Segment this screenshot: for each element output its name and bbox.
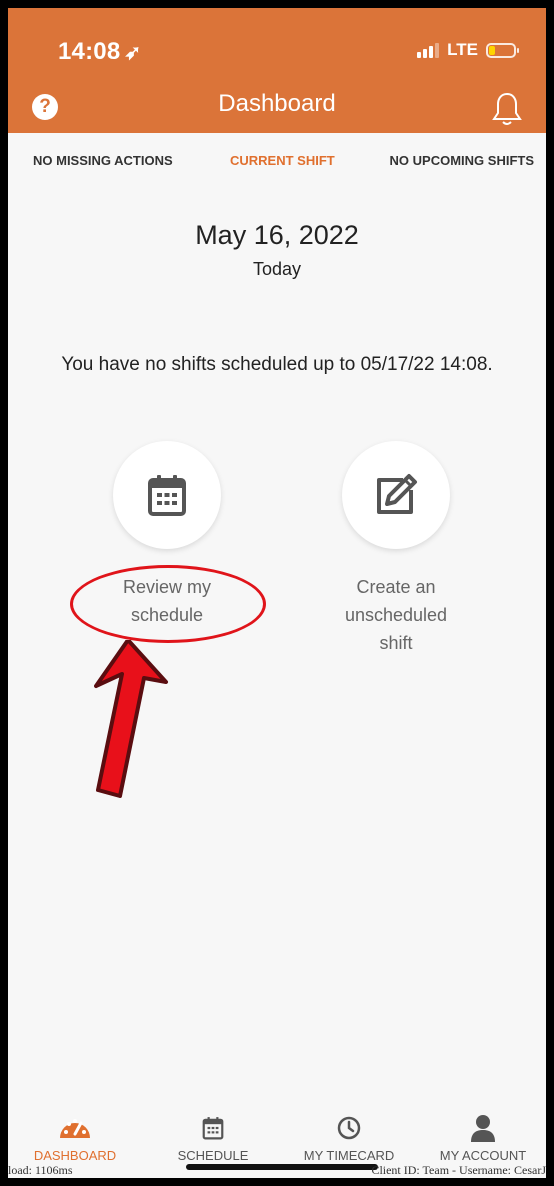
create-unscheduled-shift-button[interactable]: Create an unscheduled shift [316, 441, 476, 657]
status-indicators: LTE [417, 40, 519, 60]
today-label: Today [252, 259, 302, 279]
speedometer-icon [60, 1119, 90, 1138]
nav-schedule-label: SCHEDULE [177, 1148, 249, 1163]
status-time-text: 14:08 [58, 38, 121, 65]
create-label-line1: Create an [356, 577, 436, 597]
highlight-ellipse-annotation [70, 565, 266, 643]
red-arrow-annotation [94, 640, 168, 798]
load-time-text: load: 1106ms [8, 1163, 73, 1177]
signal-icon [417, 42, 440, 58]
client-id-text: Client ID: Team - Username: CesarJ [371, 1163, 546, 1177]
calendar-icon [202, 1117, 224, 1140]
edit-icon [377, 474, 417, 514]
no-shifts-message: You have no shifts scheduled up to 05/17… [61, 354, 493, 375]
nav-account-label: MY ACCOUNT [439, 1148, 527, 1163]
tab-upcoming-shifts[interactable]: NO UPCOMING SHIFTS [390, 153, 534, 168]
nav-dashboard[interactable]: DASHBOARD [10, 1114, 140, 1163]
review-schedule-circle[interactable] [113, 441, 221, 549]
bottom-navigation: DASHBOARD SCHEDULE MY TIMECARD MY ACCOUN… [8, 1096, 546, 1178]
create-label-line2: unscheduled [344, 605, 448, 625]
tab-missing-actions[interactable]: NO MISSING ACTIONS [33, 153, 173, 168]
app-header: 14:08 ➶ LTE ? Dashboard [8, 8, 546, 133]
current-date: May 16, 2022 [195, 220, 359, 250]
create-shift-circle[interactable] [342, 441, 450, 549]
location-arrow-icon: ➶ [124, 42, 142, 64]
nav-timecard-label: MY TIMECARD [303, 1148, 395, 1163]
page-title: Dashboard [218, 90, 336, 117]
shift-tabs: NO MISSING ACTIONS CURRENT SHIFT NO UPCO… [8, 133, 546, 189]
bell-icon[interactable] [492, 91, 522, 132]
phone-screen: 14:08 ➶ LTE ? Dashboard NO MISSING ACTION… [8, 8, 546, 1178]
tab-current-shift[interactable]: CURRENT SHIFT [230, 153, 335, 168]
network-label: LTE [447, 40, 478, 59]
home-indicator[interactable] [186, 1164, 378, 1170]
battery-icon [486, 42, 519, 58]
nav-dashboard-label: DASHBOARD [33, 1148, 117, 1163]
nav-account[interactable]: MY ACCOUNT [418, 1114, 546, 1163]
clock-icon [337, 1116, 361, 1140]
nav-timecard[interactable]: MY TIMECARD [284, 1114, 414, 1163]
calendar-icon [148, 475, 186, 516]
status-time: 14:08 ➶ [58, 38, 141, 66]
nav-schedule[interactable]: SCHEDULE [148, 1114, 278, 1163]
create-label-line3: shift [379, 633, 413, 653]
user-icon [471, 1115, 495, 1142]
